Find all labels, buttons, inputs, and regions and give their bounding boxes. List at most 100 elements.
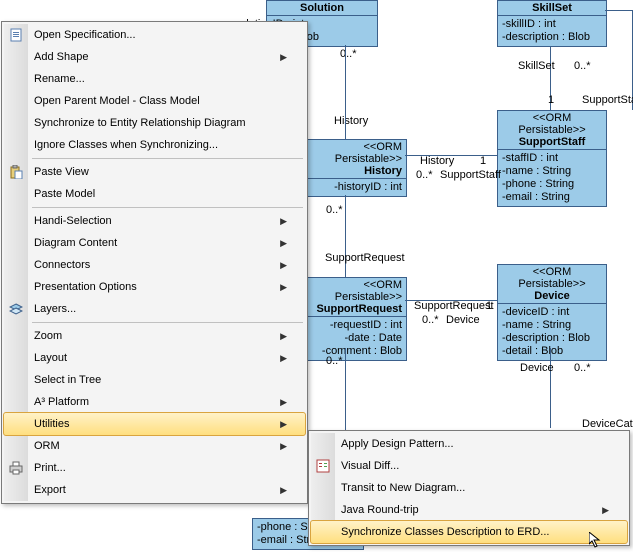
- menu-diagram-content[interactable]: Diagram Content ▶: [4, 232, 305, 254]
- menu-label: Transit to New Diagram...: [341, 482, 609, 494]
- attr: -staffID : int: [502, 152, 602, 165]
- menu-layout[interactable]: Layout ▶: [4, 347, 305, 369]
- class-supportrequest[interactable]: <<ORM Persistable>> SupportRequest -requ…: [300, 277, 407, 361]
- class-title: SkillSet: [532, 2, 572, 14]
- menu-label: A³ Platform: [34, 396, 280, 408]
- multiplicity: 0..*: [422, 314, 439, 326]
- role-label: Device: [520, 362, 554, 374]
- menu-zoom[interactable]: Zoom ▶: [4, 325, 305, 347]
- menu-label: Print...: [34, 462, 287, 474]
- attr: -comment : Blob: [305, 345, 402, 358]
- menu-paste-view[interactable]: Paste View: [4, 161, 305, 183]
- menu-label: Paste Model: [34, 188, 287, 200]
- attr: -name : String: [502, 319, 602, 332]
- submenu-java-roundtrip[interactable]: Java Round-trip ▶: [311, 499, 627, 521]
- menu-label: Visual Diff...: [341, 460, 609, 472]
- role-label: History: [334, 115, 368, 127]
- submenu-arrow-icon: ▶: [280, 282, 287, 293]
- menu-label: Utilities: [34, 418, 280, 430]
- menu-rename[interactable]: Rename...: [4, 68, 305, 90]
- menu-sync-to-erd[interactable]: Synchronize to Entity Relationship Diagr…: [4, 112, 305, 134]
- diagram-canvas[interactable]: Solution -solutionID : int -description …: [0, 0, 633, 552]
- submenu-arrow-icon: ▶: [280, 441, 287, 452]
- role-label: History: [420, 155, 454, 167]
- class-title: Solution: [300, 2, 344, 14]
- submenu-arrow-icon: ▶: [280, 260, 287, 271]
- menu-label: Open Specification...: [34, 29, 287, 41]
- menu-layers[interactable]: Layers...: [4, 298, 305, 320]
- menu-select-in-tree[interactable]: Select in Tree: [4, 369, 305, 391]
- menu-label: Handi-Selection: [34, 215, 280, 227]
- submenu-arrow-icon: ▶: [280, 485, 287, 496]
- role-label: SupportRequest: [325, 252, 405, 264]
- menu-label: Select in Tree: [34, 374, 287, 386]
- menu-label: Apply Design Pattern...: [341, 438, 609, 450]
- menu-label: Paste View: [34, 166, 287, 178]
- attr: -email : String: [502, 191, 602, 204]
- menu-label: Java Round-trip: [341, 504, 602, 516]
- utilities-submenu: Apply Design Pattern... Visual Diff... T…: [308, 430, 630, 546]
- role-label: SupportStaff: [582, 94, 633, 106]
- menu-add-shape[interactable]: Add Shape ▶: [4, 46, 305, 68]
- class-device[interactable]: <<ORM Persistable>> Device -deviceID : i…: [497, 264, 607, 361]
- stereotype: <<ORM Persistable>>: [305, 279, 402, 303]
- menu-orm[interactable]: ORM ▶: [4, 435, 305, 457]
- menu-paste-model[interactable]: Paste Model: [4, 183, 305, 205]
- attr: -detail : Blob: [502, 345, 602, 358]
- menu-presentation-options[interactable]: Presentation Options ▶: [4, 276, 305, 298]
- submenu-arrow-icon: ▶: [280, 419, 287, 430]
- submenu-arrow-icon: ▶: [602, 505, 609, 516]
- menu-export[interactable]: Export ▶: [4, 479, 305, 501]
- attr: -description : Blob: [502, 31, 602, 44]
- layers-icon: [8, 301, 24, 317]
- multiplicity: 1: [486, 300, 492, 312]
- submenu-transit-new-diagram[interactable]: Transit to New Diagram...: [311, 477, 627, 499]
- class-title: Device: [534, 290, 569, 302]
- menu-label: Synchronize to Entity Relationship Diagr…: [34, 117, 287, 129]
- attr: -deviceID : int: [502, 306, 602, 319]
- menu-label: Synchronize Classes Description to ERD..…: [341, 526, 609, 538]
- attr: -phone : String: [502, 178, 602, 191]
- menu-label: Presentation Options: [34, 281, 280, 293]
- multiplicity: 0..*: [326, 355, 343, 367]
- role-label: SupportRequest: [414, 300, 494, 312]
- multiplicity: 1: [480, 155, 486, 167]
- multiplicity: 0..*: [574, 362, 591, 374]
- submenu-arrow-icon: ▶: [280, 397, 287, 408]
- submenu-arrow-icon: ▶: [280, 238, 287, 249]
- menu-a3-platform[interactable]: A³ Platform ▶: [4, 391, 305, 413]
- submenu-arrow-icon: ▶: [280, 331, 287, 342]
- submenu-visual-diff[interactable]: Visual Diff...: [311, 455, 627, 477]
- paste-icon: [8, 164, 24, 180]
- multiplicity: 1: [548, 94, 554, 106]
- menu-handi-selection[interactable]: Handi-Selection ▶: [4, 210, 305, 232]
- class-history[interactable]: <<ORM Persistable>> History -historyID :…: [300, 139, 407, 197]
- menu-open-parent-model[interactable]: Open Parent Model - Class Model: [4, 90, 305, 112]
- role-label: Device: [446, 314, 480, 326]
- menu-print[interactable]: Print...: [4, 457, 305, 479]
- class-title: History: [305, 165, 402, 177]
- menu-utilities[interactable]: Utilities ▶: [3, 412, 306, 436]
- menu-ignore-classes-sync[interactable]: Ignore Classes when Synchronizing...: [4, 134, 305, 156]
- submenu-sync-classes-description-erd[interactable]: Synchronize Classes Description to ERD..…: [310, 520, 628, 544]
- multiplicity: 0..*: [574, 60, 591, 72]
- class-supportstaff[interactable]: <<ORM Persistable>> SupportStaff -staffI…: [497, 110, 607, 207]
- submenu-arrow-icon: ▶: [280, 353, 287, 364]
- menu-label: Layout: [34, 352, 280, 364]
- role-label: SkillSet: [518, 60, 555, 72]
- menu-separator: [32, 322, 303, 323]
- menu-label: Rename...: [34, 73, 287, 85]
- class-skillset[interactable]: SkillSet -skillID : int -description : B…: [497, 0, 607, 47]
- class-title: SupportStaff: [519, 136, 586, 148]
- attr: -historyID : int: [305, 181, 402, 194]
- menu-label: Add Shape: [34, 51, 280, 63]
- menu-connectors[interactable]: Connectors ▶: [4, 254, 305, 276]
- submenu-arrow-icon: ▶: [280, 216, 287, 227]
- attr: -skillID : int: [502, 18, 602, 31]
- menu-separator: [32, 158, 303, 159]
- submenu-apply-design-pattern[interactable]: Apply Design Pattern...: [311, 433, 627, 455]
- context-menu: Open Specification... Add Shape ▶ Rename…: [1, 21, 308, 504]
- menu-label: ORM: [34, 440, 280, 452]
- menu-open-specification[interactable]: Open Specification...: [4, 24, 305, 46]
- role-label: SupportStaff: [440, 169, 501, 181]
